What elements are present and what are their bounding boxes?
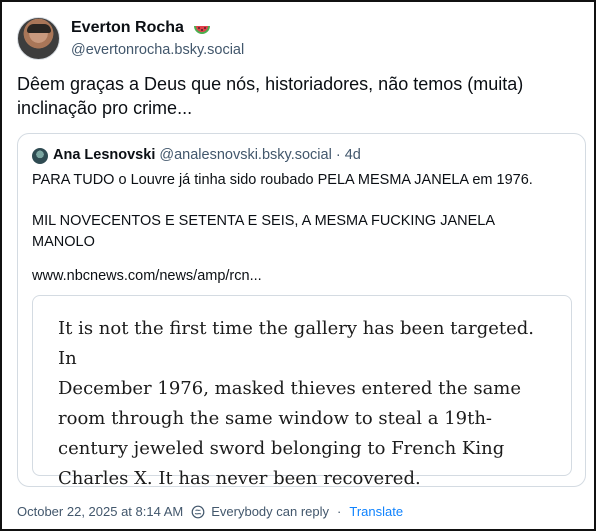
footer-separator: · xyxy=(337,504,342,519)
quoted-post-card[interactable]: Ana Lesnovski @analesnovski.bsky.social … xyxy=(17,133,586,489)
reply-settings-icon xyxy=(191,505,205,518)
post-body: Dêem graças a Deus que nós, historiadore… xyxy=(17,72,583,120)
image-text-line: Charles X. It has never been recovered. xyxy=(58,468,421,489)
quoted-text-line: PARA TUDO o Louvre já tinha sido roubado… xyxy=(32,172,533,188)
image-text-line: century jeweled sword belonging to Frenc… xyxy=(58,438,505,459)
author-handle[interactable]: @evertonrocha.bsky.social xyxy=(71,42,244,58)
quoted-post-age[interactable]: 4d xyxy=(345,147,361,163)
watermelon-icon xyxy=(194,25,211,34)
quoted-author-handle[interactable]: @analesnovski.bsky.social xyxy=(159,147,331,163)
post-footer: October 22, 2025 at 8:14 AM Everybody ca… xyxy=(17,504,403,519)
quoted-post-link[interactable]: www.nbcnews.com/news/amp/rcn... xyxy=(32,268,262,284)
image-text-block: It is not the first time the gallery has… xyxy=(58,314,558,494)
image-text-line: It is not the first time the gallery has… xyxy=(58,318,535,369)
post-timestamp[interactable]: October 22, 2025 at 8:14 AM xyxy=(17,504,183,519)
image-text-line: room through the same window to steal a … xyxy=(58,408,493,429)
quoted-post-body: PARA TUDO o Louvre já tinha sido roubado… xyxy=(32,170,577,252)
quoted-post-header: Ana Lesnovski @analesnovski.bsky.social … xyxy=(53,147,361,163)
author-display-name[interactable]: Everton Rocha xyxy=(71,19,211,37)
post-container: Everton Rocha @evertonrocha.bsky.social … xyxy=(0,0,596,531)
translate-link[interactable]: Translate xyxy=(349,504,403,519)
quoted-separator: · xyxy=(335,147,341,163)
quoted-text-line: MANOLO xyxy=(32,233,95,250)
quoted-text-line: MIL NOVECENTOS E SETENTA E SEIS, A MESMA… xyxy=(32,213,496,229)
reply-setting-label[interactable]: Everybody can reply xyxy=(211,504,329,519)
image-text-line: December 1976, masked thieves entered th… xyxy=(58,378,522,399)
quoted-text-line xyxy=(32,191,577,212)
author-avatar[interactable] xyxy=(17,17,60,60)
quoted-post-image[interactable]: It is not the first time the gallery has… xyxy=(32,295,572,489)
post-text-line: inclinação pro crime... xyxy=(17,98,193,118)
post-text-line: Dêem graças a Deus que nós, historiadore… xyxy=(17,74,524,94)
quoted-author-avatar[interactable] xyxy=(32,148,48,164)
quoted-author-name[interactable]: Ana Lesnovski xyxy=(53,147,155,163)
author-name-text: Everton Rocha xyxy=(71,19,184,37)
